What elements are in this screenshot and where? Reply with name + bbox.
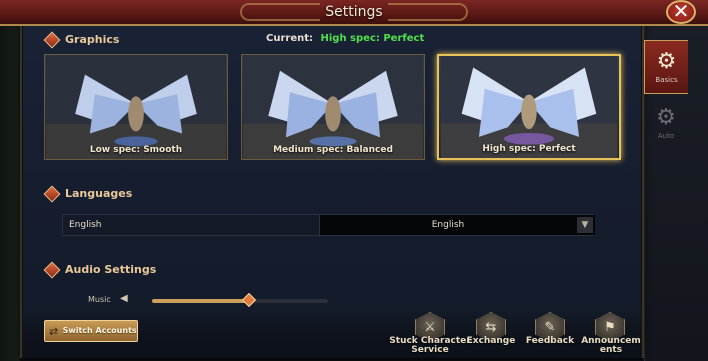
tab-auto-label: Auto [657,132,675,140]
announcements-label[interactable]: Announcements [580,337,642,355]
angel-wings-preview-image [440,56,618,158]
graphics-section-header: Graphics [43,31,120,48]
graphics-section-label: Graphics [65,33,120,46]
gamepad-icon: ⚙ [656,105,676,130]
switch-accounts-button[interactable]: ⇄ Switch Accounts [44,320,138,342]
chevron-down-icon[interactable]: ▼ [577,217,593,233]
music-label: Music [88,295,111,304]
music-volume-fill [152,299,249,303]
language-row: English English ▼ [62,214,595,236]
tab-basics[interactable]: ⚙ Basics [644,40,688,94]
language-dropdown-value: English [431,220,465,230]
section-diamond-icon [43,185,61,202]
switch-accounts-label: Switch Accounts [62,326,137,335]
language-dropdown[interactable]: English ▼ [319,215,595,235]
speaker-icon: ◀ [120,293,128,304]
graphics-option-label: High spec: Perfect [482,144,576,154]
exchange-label[interactable]: Exchange [462,337,520,346]
audio-section-header: Audio Settings [43,261,157,278]
music-volume-slider[interactable] [152,292,328,308]
graphics-option-high[interactable]: High spec: Perfect [437,54,621,160]
title-bar: Settings [0,0,708,26]
tab-basics-label: Basics [655,76,678,84]
current-label: Current: [266,33,314,44]
current-value: High spec: Perfect [320,33,425,44]
languages-section-label: Languages [65,187,133,200]
tab-auto[interactable]: ⚙ Auto [644,96,688,150]
gear-icon: ⚙ [656,49,677,74]
angel-wings-preview-image [242,55,424,159]
stuck-character-label[interactable]: Stuck Character Service [388,337,472,355]
close-button[interactable]: ✕ [666,0,696,24]
angel-wings-preview-image [45,55,227,159]
window-title: Settings [325,4,383,20]
current-graphics-indicator: Current: High spec: Perfect [266,33,424,44]
audio-section-label: Audio Settings [65,263,157,276]
left-background [0,0,20,361]
current-language-text: English [69,220,102,230]
languages-section-header: Languages [43,185,133,202]
feedback-label[interactable]: Feedback [521,337,579,346]
section-diamond-icon [43,31,61,48]
graphics-option-medium[interactable]: Medium spec: Balanced [241,54,425,160]
section-diamond-icon [43,261,61,278]
switch-arrows-icon: ⇄ [49,324,59,338]
close-icon: ✕ [672,0,690,23]
graphics-option-label: Medium spec: Balanced [273,145,393,155]
graphics-option-low[interactable]: Low spec: Smooth [44,54,228,160]
graphics-option-label: Low spec: Smooth [89,145,183,155]
